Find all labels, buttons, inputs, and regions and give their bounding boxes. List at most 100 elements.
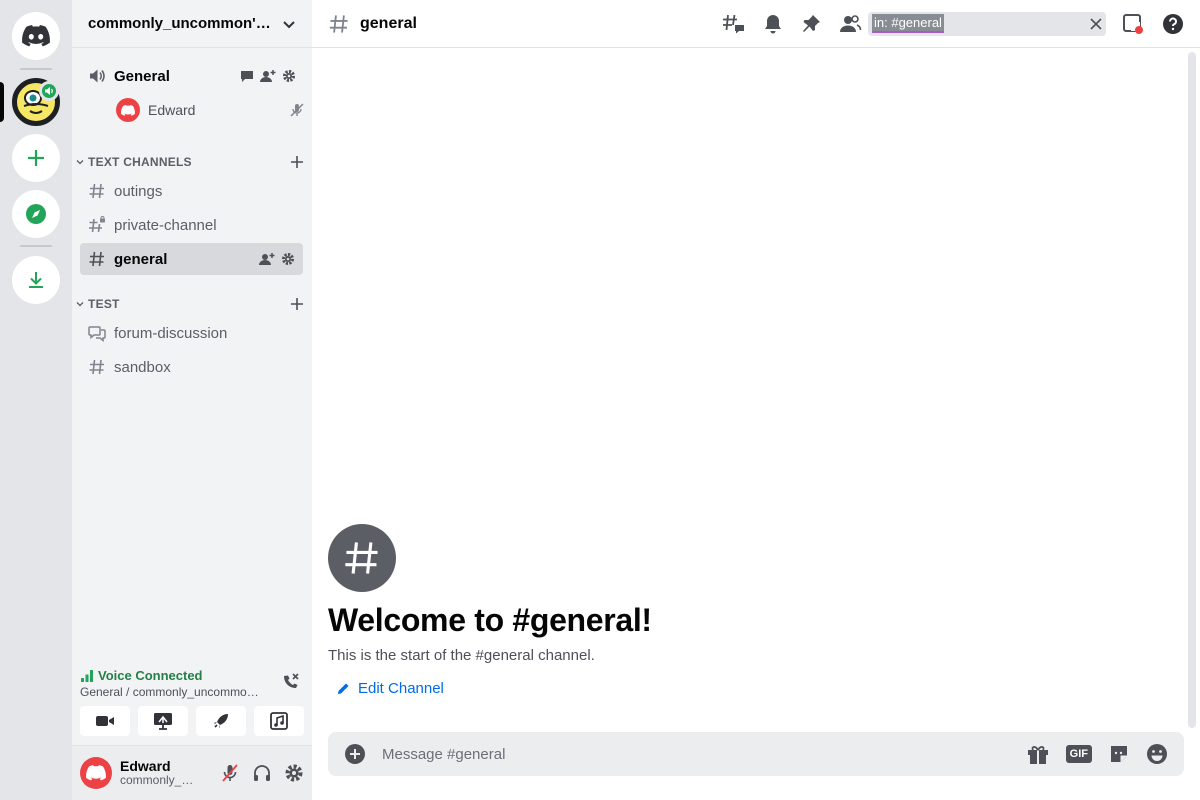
server-header[interactable]: commonly_uncommon's ... — [72, 0, 312, 48]
speaker-icon — [90, 69, 105, 83]
discord-logo-icon — [86, 765, 106, 781]
user-name: Edward — [120, 757, 171, 774]
message-input[interactable]: Message #general — [382, 746, 1026, 763]
search-input[interactable]: in: #general — [868, 11, 1106, 36]
hashtag-icon — [345, 542, 378, 574]
gift-icon[interactable] — [1026, 743, 1050, 765]
invite-icon[interactable] — [259, 252, 275, 266]
help-icon[interactable] — [1162, 13, 1184, 35]
channel-general[interactable]: general — [80, 243, 303, 275]
server-icon-commonly-uncommon[interactable] — [12, 78, 60, 126]
hashtag-icon — [89, 359, 104, 375]
channel-name: outings — [114, 182, 163, 200]
message-composer: Message #general GIF — [328, 732, 1184, 776]
rail-separator — [20, 245, 52, 247]
voice-channel-general[interactable]: General — [80, 60, 304, 92]
category-test[interactable]: TEST — [76, 294, 304, 314]
voice-status-text: Voice Connected — [98, 668, 203, 683]
member-list-icon[interactable] — [838, 13, 862, 35]
composer-tools: GIF — [1026, 743, 1168, 765]
forum-icon — [88, 326, 106, 342]
phone-disconnect-icon — [284, 673, 299, 688]
muted-mic-icon[interactable] — [220, 763, 240, 783]
hashtag-icon — [89, 183, 104, 199]
locked-hashtag-icon — [89, 216, 105, 233]
threads-icon[interactable] — [722, 13, 746, 35]
headphones-icon[interactable] — [252, 763, 272, 783]
add-channel-plus-icon[interactable] — [290, 155, 304, 169]
hashtag-icon — [329, 14, 348, 33]
voice-user-edward[interactable]: Edward — [116, 97, 304, 123]
camera-button[interactable] — [80, 706, 130, 736]
chevron-down-icon — [283, 20, 295, 28]
hashtag-icon — [89, 251, 104, 267]
user-actions — [220, 763, 304, 783]
sticker-icon[interactable] — [1108, 743, 1130, 765]
channel-sandbox[interactable]: sandbox — [80, 351, 303, 383]
welcome-subtitle: This is the start of the #general channe… — [328, 647, 595, 664]
bell-icon[interactable] — [762, 13, 784, 35]
channel-sidebar: commonly_uncommon's ... General Edward T… — [72, 0, 312, 800]
screen-share-button[interactable] — [138, 706, 188, 736]
category-label: TEXT CHANNELS — [88, 155, 192, 169]
gear-icon[interactable] — [284, 763, 304, 783]
welcome-title: Welcome to #general! — [328, 602, 652, 638]
welcome-hashtag-icon — [328, 524, 396, 592]
edit-channel-link[interactable]: Edit Channel — [328, 680, 652, 697]
user-info[interactable]: Edward commonly_uncommon — [120, 757, 220, 788]
add-server-button[interactable] — [12, 134, 60, 182]
category-label: TEST — [88, 297, 120, 311]
channel-header: general in: #general — [312, 0, 1200, 48]
voice-status[interactable]: Voice Connected — [80, 668, 203, 683]
soundboard-button[interactable] — [254, 706, 304, 736]
voice-connection-panel: Voice Connected General / commonly_uncom… — [72, 658, 312, 746]
download-apps-button[interactable] — [12, 256, 60, 304]
pencil-icon — [338, 683, 349, 694]
channel-forum-discussion[interactable]: forum-discussion — [80, 317, 303, 349]
channel-title: general — [360, 14, 417, 32]
add-channel-plus-icon[interactable] — [290, 297, 304, 311]
channel-name: private-channel — [114, 216, 217, 234]
close-icon[interactable] — [1090, 17, 1102, 30]
voice-user-name: Edward — [148, 102, 196, 118]
search-query: in: #general — [872, 14, 944, 33]
explore-servers-button[interactable] — [12, 190, 60, 238]
messages-scrollbar[interactable] — [1188, 52, 1196, 728]
emoji-icon[interactable] — [1146, 743, 1168, 765]
voice-channel-name: General — [114, 67, 170, 85]
selected-server-indicator — [0, 82, 4, 122]
voice-channel-actions — [240, 69, 296, 83]
channel-private-channel[interactable]: private-channel — [80, 209, 303, 241]
discord-home-button[interactable] — [12, 12, 60, 60]
channel-name: sandbox — [114, 358, 171, 376]
channel-outings[interactable]: outings — [80, 175, 303, 207]
channel-name: general — [114, 250, 168, 268]
soundboard-icon — [270, 712, 288, 730]
invite-icon[interactable] — [260, 69, 276, 83]
add-attachment-icon[interactable] — [344, 743, 366, 765]
category-text-channels[interactable]: TEXT CHANNELS — [76, 152, 304, 172]
compass-icon — [26, 204, 46, 224]
muted-mic-icon — [290, 103, 304, 117]
pin-icon[interactable] — [800, 13, 822, 35]
voice-location[interactable]: General / commonly_uncommon's server — [80, 685, 260, 699]
plus-icon — [28, 150, 44, 166]
rocket-icon — [214, 714, 228, 728]
gif-button[interactable]: GIF — [1065, 745, 1092, 763]
disconnect-button[interactable] — [280, 672, 300, 697]
video-camera-icon — [96, 716, 114, 726]
rail-separator — [20, 68, 52, 70]
activities-button[interactable] — [196, 706, 246, 736]
avatar — [116, 98, 140, 122]
header-toolbar — [722, 13, 862, 35]
edit-channel-label: Edit Channel — [358, 680, 444, 697]
speaker-icon — [45, 87, 53, 95]
main-chat-area: general in: #general Welcome to #general… — [312, 0, 1200, 800]
gear-icon[interactable] — [282, 69, 296, 83]
gear-icon[interactable] — [281, 252, 295, 266]
user-avatar[interactable] — [80, 757, 112, 789]
inbox-icon[interactable] — [1122, 13, 1144, 35]
channel-welcome: Welcome to #general! This is the start o… — [328, 524, 652, 697]
chat-icon[interactable] — [240, 69, 254, 83]
chevron-down-icon — [76, 160, 84, 165]
